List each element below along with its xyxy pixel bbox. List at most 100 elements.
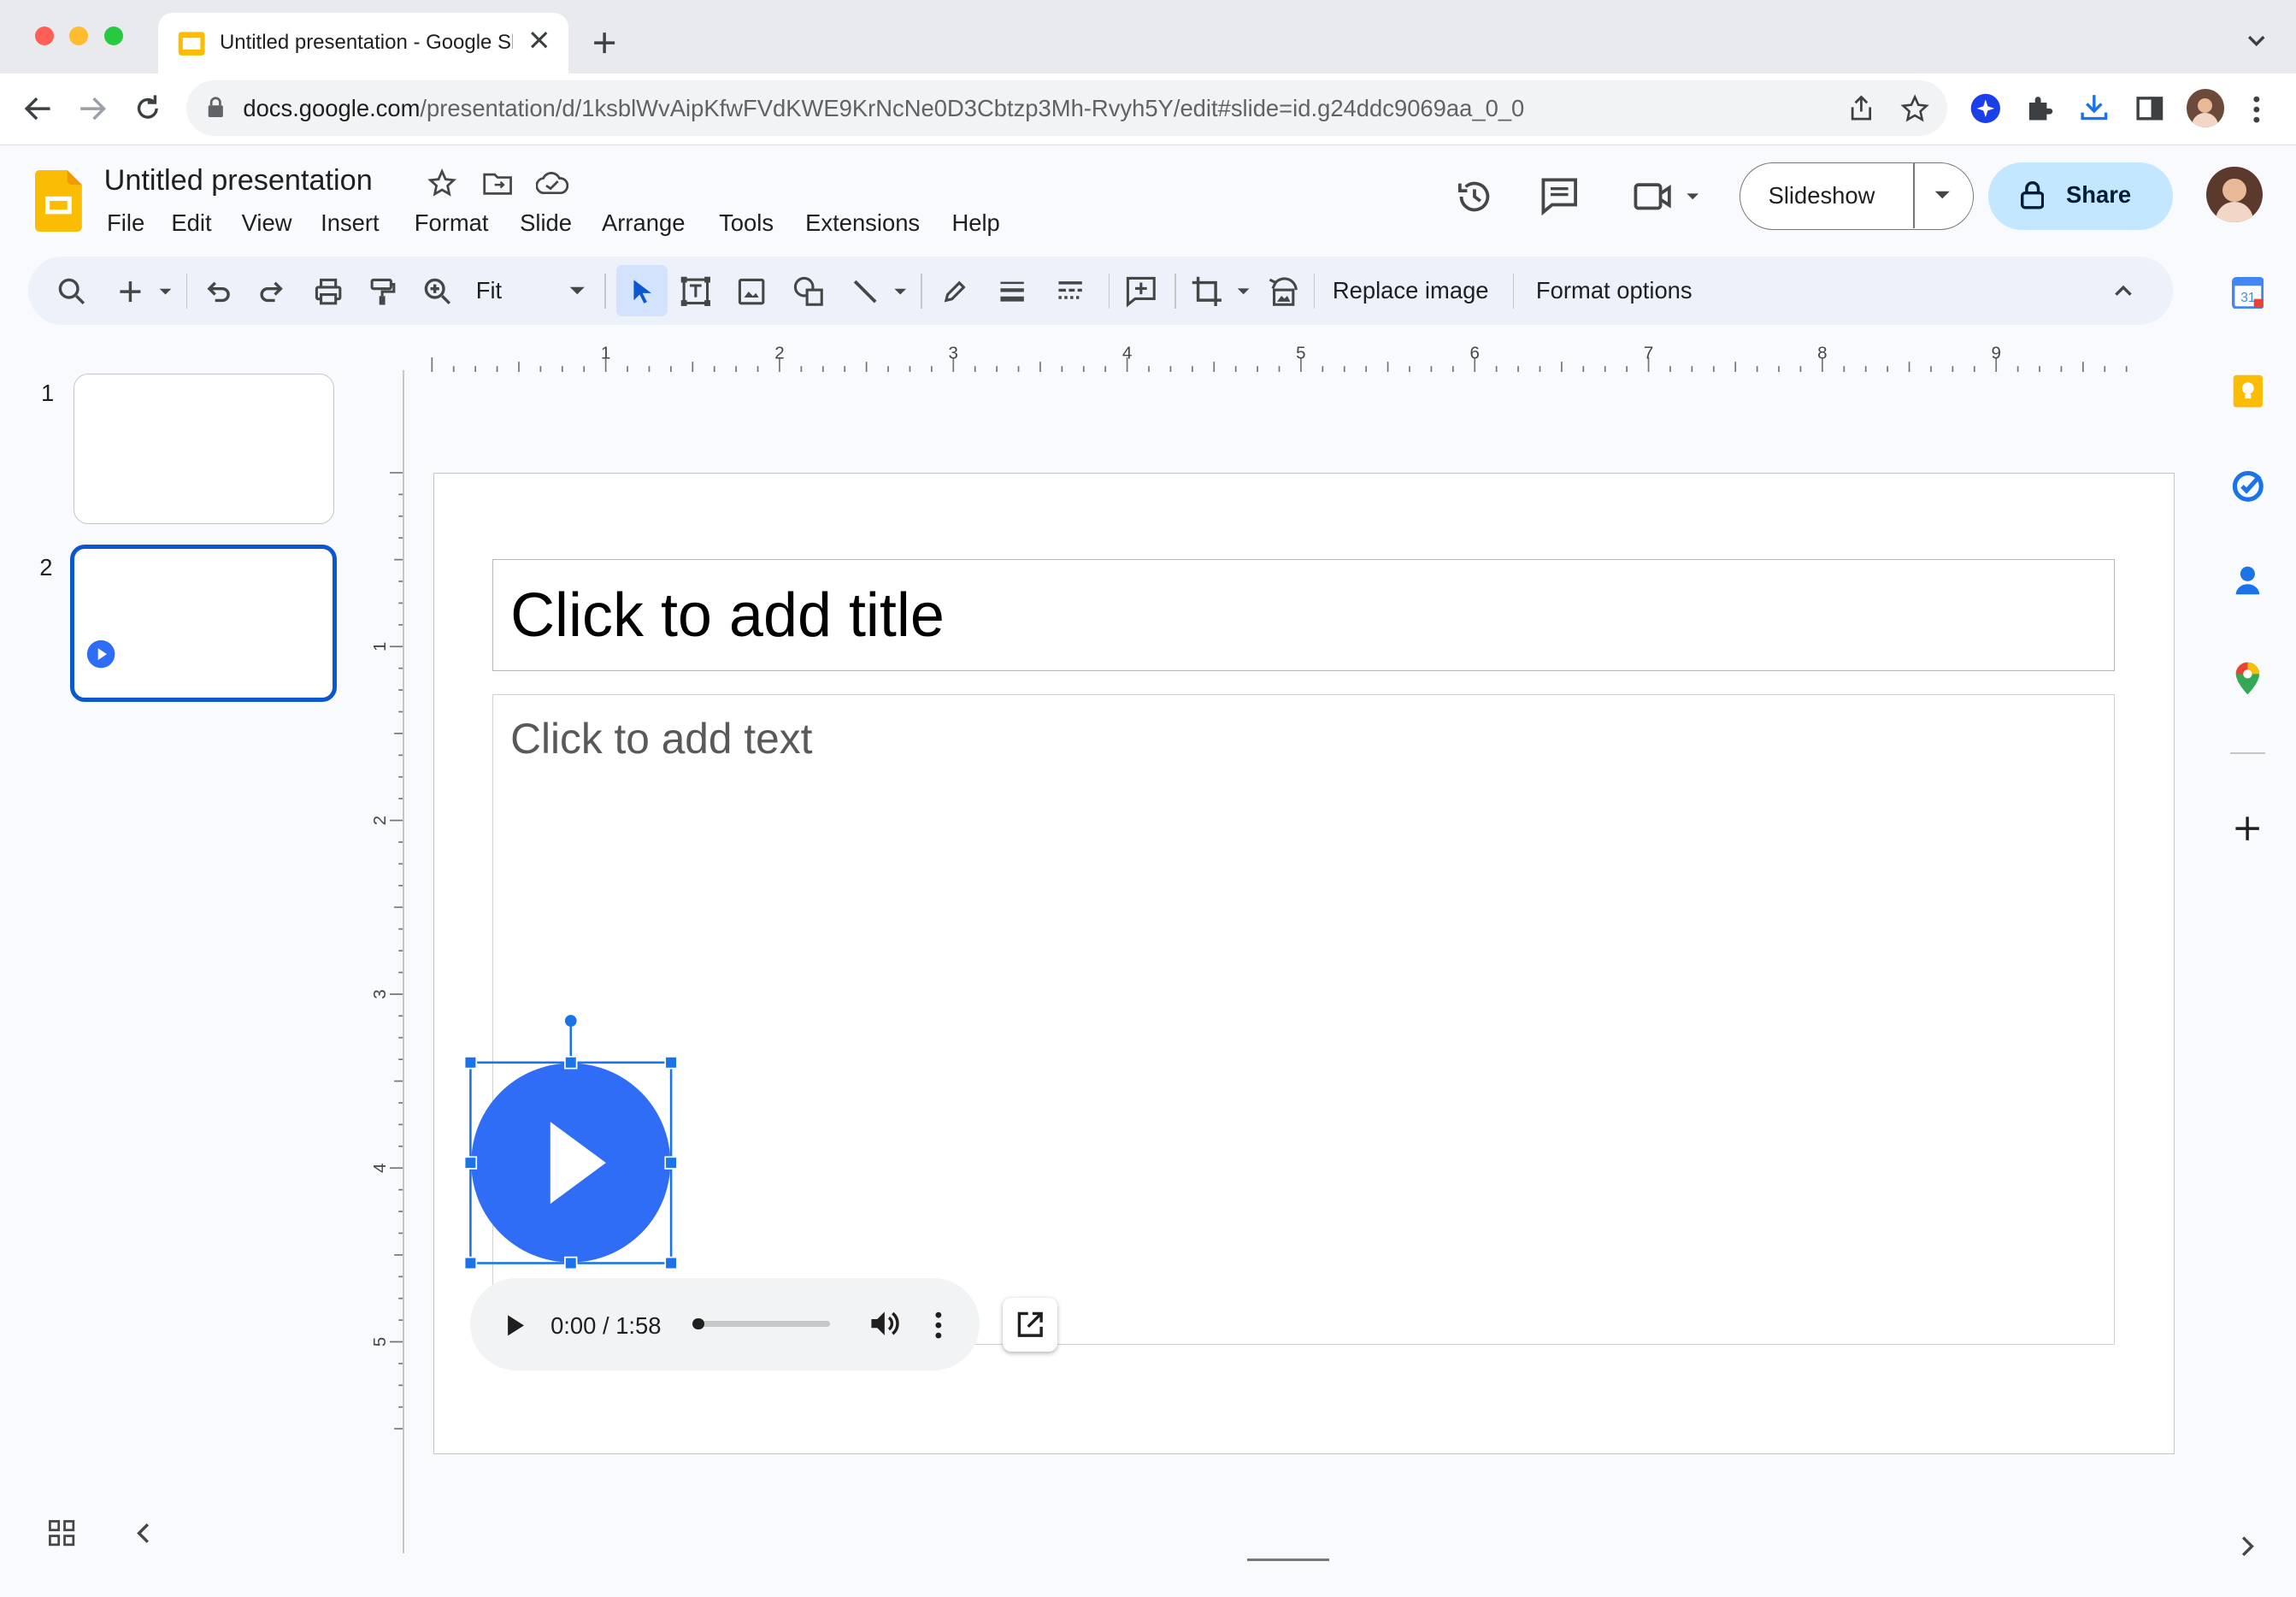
menu-extensions[interactable]: Extensions bbox=[805, 209, 920, 237]
account-avatar[interactable] bbox=[2206, 167, 2263, 223]
zoom-chevron-down-icon[interactable] bbox=[568, 286, 586, 298]
paint-format-icon[interactable] bbox=[368, 277, 397, 306]
browser-tab[interactable]: Untitled presentation - Google Slides bbox=[158, 13, 568, 74]
extensions-puzzle-icon[interactable] bbox=[2023, 92, 2056, 125]
share-button[interactable]: Share bbox=[1988, 162, 2174, 230]
star-icon[interactable] bbox=[427, 168, 457, 197]
slideshow-options-chevron-down-icon[interactable] bbox=[1934, 190, 1952, 202]
menu-slide[interactable]: Slide bbox=[520, 209, 572, 237]
slideshow-label: Slideshow bbox=[1768, 182, 1875, 209]
contacts-icon[interactable] bbox=[2234, 565, 2261, 598]
address-bar[interactable]: docs.google.com/presentation/d/1ksblWvAi… bbox=[185, 80, 1948, 137]
audio-object[interactable] bbox=[462, 1011, 682, 1274]
new-slide-plus-icon[interactable] bbox=[117, 277, 176, 306]
search-menus-icon[interactable] bbox=[57, 277, 86, 306]
side-panel-toggle-icon[interactable] bbox=[2134, 92, 2166, 125]
title-placeholder-box[interactable]: Click to add title bbox=[492, 559, 2115, 671]
calendar-icon[interactable]: 31 bbox=[2231, 276, 2264, 309]
version-history-icon[interactable] bbox=[1454, 176, 1495, 217]
zoom-icon[interactable] bbox=[423, 277, 452, 306]
add-icon[interactable] bbox=[2233, 814, 2262, 843]
menu-arrange[interactable]: Arrange bbox=[602, 209, 685, 237]
move-folder-icon[interactable] bbox=[483, 170, 513, 197]
tab-search-chevron-down-icon[interactable] bbox=[2245, 32, 2268, 50]
open-in-new-button[interactable] bbox=[1003, 1297, 1057, 1352]
volume-icon[interactable] bbox=[868, 1309, 901, 1338]
bookmark-star-icon[interactable] bbox=[1900, 93, 1930, 123]
vertical-ruler: 1 2 3 4 5 bbox=[369, 370, 404, 1553]
slide-thumbnail-2[interactable] bbox=[70, 545, 337, 702]
downloads-icon[interactable] bbox=[2078, 91, 2111, 123]
body-placeholder-text: Click to add text bbox=[510, 715, 813, 763]
browser-menu-icon[interactable] bbox=[2251, 95, 2263, 124]
lock-icon bbox=[207, 97, 225, 119]
menu-format[interactable]: Format bbox=[415, 209, 489, 237]
redo-icon[interactable] bbox=[257, 277, 286, 306]
audio-play-button-icon[interactable] bbox=[503, 1312, 527, 1339]
hide-filmstrip-chevron-left-icon[interactable] bbox=[132, 1520, 155, 1547]
replace-image-button[interactable]: Replace image bbox=[1333, 277, 1489, 304]
side-panel: 31 bbox=[2199, 256, 2296, 1596]
tasks-icon[interactable] bbox=[2232, 470, 2264, 503]
profile-avatar[interactable] bbox=[2186, 89, 2225, 127]
document-title[interactable]: Untitled presentation bbox=[104, 164, 373, 197]
menu-file[interactable]: File bbox=[107, 209, 144, 237]
slide-thumbnail-1[interactable] bbox=[73, 373, 334, 525]
menu-edit[interactable]: Edit bbox=[171, 209, 211, 237]
expand-panel-chevron-right-icon[interactable] bbox=[2239, 1535, 2257, 1558]
menu-help[interactable]: Help bbox=[951, 209, 999, 237]
new-tab-icon[interactable] bbox=[590, 28, 619, 57]
browser-toolbar: docs.google.com/presentation/d/1ksblWvAi… bbox=[0, 73, 2296, 145]
menu-insert[interactable]: Insert bbox=[321, 209, 380, 237]
reset-image-icon[interactable] bbox=[1267, 275, 1299, 308]
cloud-saved-icon[interactable] bbox=[535, 171, 568, 195]
audio-more-options-icon[interactable] bbox=[933, 1311, 945, 1340]
menu-view[interactable]: View bbox=[242, 209, 292, 237]
lock-icon bbox=[2020, 181, 2045, 209]
slides-favicon-icon bbox=[177, 29, 206, 58]
border-weight-icon[interactable] bbox=[998, 277, 1027, 306]
reload-icon[interactable] bbox=[132, 92, 164, 125]
window-minimize-button[interactable] bbox=[68, 26, 88, 46]
slides-logo-icon[interactable] bbox=[35, 169, 82, 232]
tab-title: Untitled presentation - Google Slides bbox=[219, 30, 513, 54]
ruler-label: 4 bbox=[1122, 344, 1132, 363]
audio-player: 0:00 / 1:58 bbox=[469, 1278, 980, 1371]
keep-icon[interactable] bbox=[2232, 374, 2264, 409]
insert-image-icon[interactable] bbox=[737, 277, 766, 306]
share-page-icon[interactable] bbox=[1848, 94, 1875, 123]
meet-camera-icon[interactable] bbox=[1633, 180, 1700, 213]
zoom-select[interactable]: Fit bbox=[476, 277, 502, 304]
body-placeholder-box[interactable]: Click to add text bbox=[492, 693, 2115, 1345]
horizontal-ruler: 1 2 3 4 5 6 7 8 9 bbox=[403, 337, 2175, 373]
slideshow-button[interactable]: Slideshow bbox=[1740, 162, 1975, 230]
border-color-pencil-icon[interactable] bbox=[940, 277, 969, 306]
extension-sparkle-icon[interactable] bbox=[1969, 92, 2002, 125]
insert-comment-icon[interactable] bbox=[1125, 275, 1157, 308]
window-close-button[interactable] bbox=[35, 26, 55, 46]
comments-icon[interactable] bbox=[1540, 177, 1579, 215]
speaker-notes-drag-handle[interactable] bbox=[1247, 1558, 1330, 1562]
undo-icon[interactable] bbox=[203, 277, 233, 306]
print-icon[interactable] bbox=[314, 277, 343, 306]
audio-progress-thumb[interactable] bbox=[692, 1317, 704, 1330]
url-text: docs.google.com/presentation/d/1ksblWvAi… bbox=[243, 95, 1525, 122]
maps-icon[interactable] bbox=[2234, 661, 2261, 696]
forward-arrow-icon[interactable] bbox=[76, 94, 109, 123]
format-options-button[interactable]: Format options bbox=[1536, 277, 1693, 304]
select-tool-button[interactable] bbox=[616, 265, 668, 316]
menu-tools[interactable]: Tools bbox=[719, 209, 774, 237]
grid-view-icon[interactable] bbox=[47, 1518, 76, 1547]
text-box-icon[interactable] bbox=[680, 275, 712, 308]
toolbar-separator bbox=[1108, 274, 1110, 309]
border-dash-icon[interactable] bbox=[1056, 277, 1085, 306]
audio-progress-track[interactable] bbox=[692, 1317, 831, 1330]
browser-tab-strip: Untitled presentation - Google Slides bbox=[0, 0, 2296, 74]
back-arrow-icon[interactable] bbox=[22, 94, 55, 123]
shape-icon[interactable] bbox=[792, 275, 825, 308]
tab-close-icon[interactable] bbox=[527, 28, 550, 51]
collapse-toolbar-chevron-up-icon[interactable] bbox=[2113, 283, 2134, 298]
line-icon[interactable] bbox=[851, 277, 912, 306]
crop-icon[interactable] bbox=[1191, 275, 1255, 308]
window-zoom-button[interactable] bbox=[103, 26, 123, 46]
